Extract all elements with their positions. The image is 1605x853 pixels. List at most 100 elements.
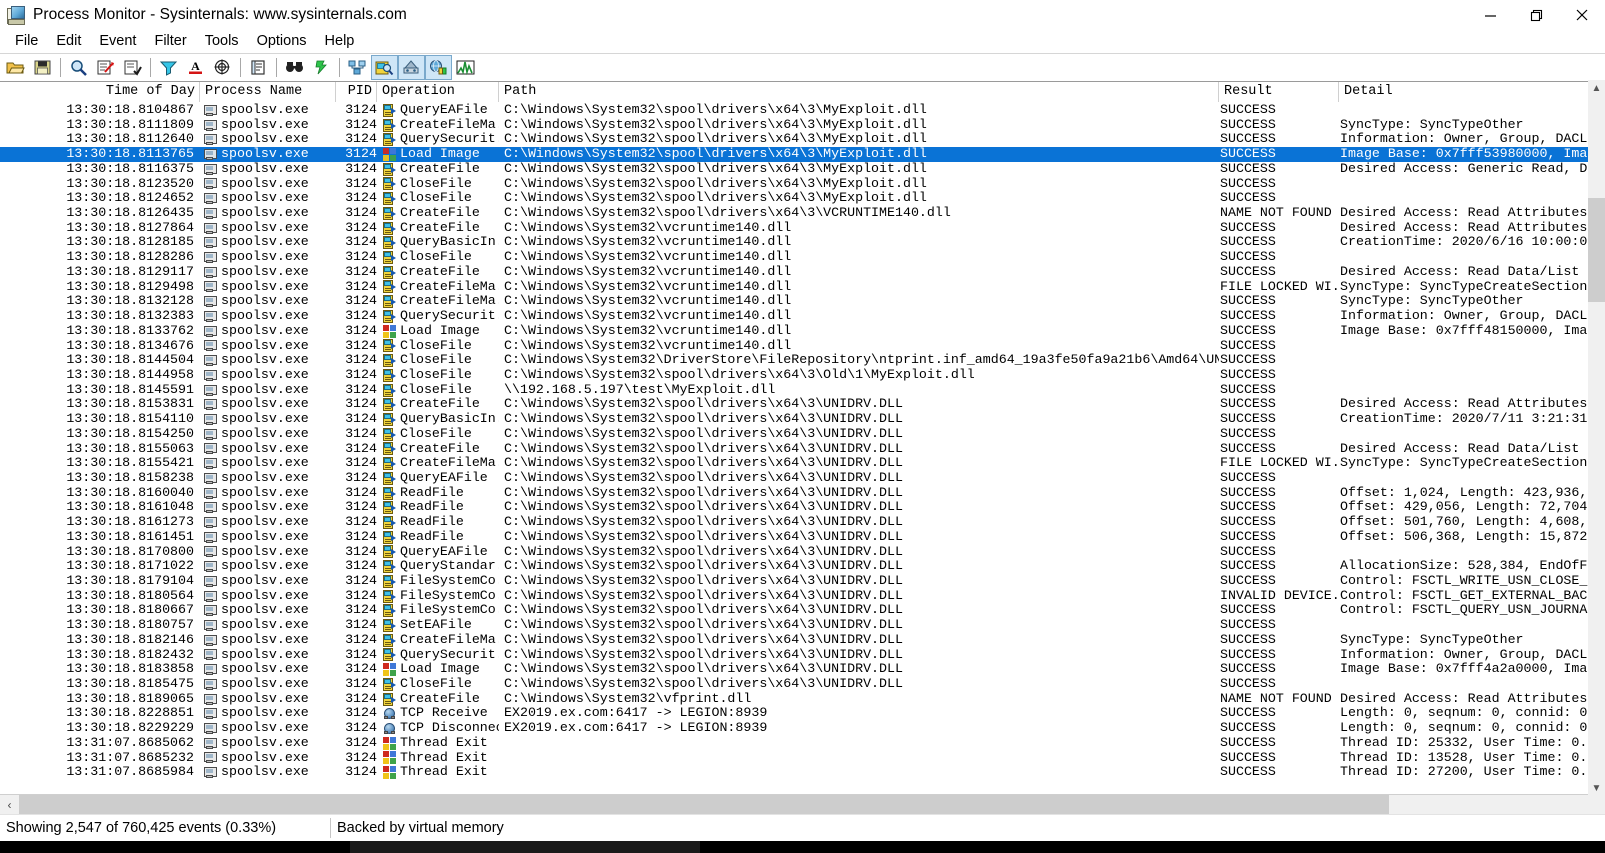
- filter-icon[interactable]: [155, 55, 182, 80]
- table-row[interactable]: 13:30:18.8179104spoolsv.exe3124FileSyste…: [0, 574, 1605, 589]
- file-activity-icon[interactable]: [398, 55, 425, 80]
- open-icon[interactable]: [2, 55, 29, 80]
- jump-icon[interactable]: [308, 55, 335, 80]
- table-row[interactable]: 13:30:18.8144958spoolsv.exe3124CloseFile…: [0, 368, 1605, 383]
- column-header-proc[interactable]: Process Name: [200, 82, 336, 102]
- profiling-activity-icon[interactable]: [452, 55, 479, 80]
- menu-file[interactable]: File: [6, 32, 47, 51]
- operation-label: CreateFile: [396, 442, 480, 457]
- table-row[interactable]: 13:30:18.8154250spoolsv.exe3124CloseFile…: [0, 427, 1605, 442]
- scroll-left-arrow-icon[interactable]: ‹: [0, 795, 19, 814]
- horizontal-scrollbar[interactable]: ‹: [0, 794, 1605, 814]
- table-row[interactable]: 13:30:18.8161273spoolsv.exe3124ReadFileC…: [0, 515, 1605, 530]
- table-row[interactable]: 13:31:07.8685062spoolsv.exe3124Thread Ex…: [0, 736, 1605, 751]
- table-row[interactable]: 13:30:18.8145591spoolsv.exe3124CloseFile…: [0, 383, 1605, 398]
- table-row[interactable]: 13:30:18.8153831spoolsv.exe3124CreateFil…: [0, 397, 1605, 412]
- properties-icon[interactable]: [245, 55, 272, 80]
- cell-process-name: spoolsv.exe: [200, 250, 336, 265]
- find-icon[interactable]: [281, 55, 308, 80]
- file-event-icon: [383, 236, 396, 249]
- cell-operation: QueryBasicIn...: [377, 235, 499, 250]
- minimize-button[interactable]: [1467, 0, 1513, 30]
- column-header-pid[interactable]: PID: [336, 82, 377, 102]
- column-header-time[interactable]: Time of Day: [0, 82, 200, 102]
- table-row[interactable]: 13:30:18.8185475spoolsv.exe3124CloseFile…: [0, 677, 1605, 692]
- clear-icon[interactable]: [92, 55, 119, 80]
- menu-options[interactable]: Options: [248, 32, 316, 51]
- process-tree-icon[interactable]: [344, 55, 371, 80]
- process-name-label: spoolsv.exe: [216, 545, 309, 560]
- scroll-down-arrow-icon[interactable]: ▼: [1588, 780, 1605, 797]
- save-icon[interactable]: [29, 55, 56, 80]
- cell-path: C:\Windows\System32\spool\drivers\x64\3\…: [499, 368, 1219, 383]
- table-row[interactable]: 13:30:18.8171022spoolsv.exe3124QueryStan…: [0, 559, 1605, 574]
- vertical-scrollbar[interactable]: ▲ ▼: [1588, 80, 1605, 797]
- table-row[interactable]: 13:30:18.8123520spoolsv.exe3124CloseFile…: [0, 177, 1605, 192]
- column-header-result[interactable]: Result: [1219, 82, 1339, 102]
- table-row[interactable]: 13:30:18.8154110spoolsv.exe3124QueryBasi…: [0, 412, 1605, 427]
- table-row[interactable]: 13:30:18.8182146spoolsv.exe3124CreateFil…: [0, 633, 1605, 648]
- table-row[interactable]: 13:30:18.8180564spoolsv.exe3124FileSyste…: [0, 589, 1605, 604]
- table-row[interactable]: 13:30:18.8183858spoolsv.exe3124Load Imag…: [0, 662, 1605, 677]
- menu-event[interactable]: Event: [90, 32, 145, 51]
- table-row[interactable]: 13:30:18.8129498spoolsv.exe3124CreateFil…: [0, 280, 1605, 295]
- column-header-path[interactable]: Path: [499, 82, 1219, 102]
- table-row[interactable]: 13:30:18.8228851spoolsv.exe3124TCP Recei…: [0, 706, 1605, 721]
- column-header-op[interactable]: Operation: [377, 82, 499, 102]
- table-row[interactable]: 13:30:18.8113765spoolsv.exe3124Load Imag…: [0, 147, 1605, 162]
- bullseye-icon[interactable]: [209, 55, 236, 80]
- table-row[interactable]: 13:30:18.8170800spoolsv.exe3124QueryEAFi…: [0, 545, 1605, 560]
- table-row[interactable]: 13:30:18.8128185spoolsv.exe3124QueryBasi…: [0, 235, 1605, 250]
- registry-activity-icon[interactable]: [371, 55, 398, 80]
- table-row[interactable]: 13:30:18.8180757spoolsv.exe3124SetEAFile…: [0, 618, 1605, 633]
- table-row[interactable]: 13:30:18.8116375spoolsv.exe3124CreateFil…: [0, 162, 1605, 177]
- horizontal-scroll-track[interactable]: [19, 795, 1605, 814]
- menu-filter[interactable]: Filter: [145, 32, 195, 51]
- horizontal-scroll-thumb[interactable]: [19, 795, 1389, 814]
- table-row[interactable]: 13:30:18.8128286spoolsv.exe3124CloseFile…: [0, 250, 1605, 265]
- table-row[interactable]: 13:30:18.8126435spoolsv.exe3124CreateFil…: [0, 206, 1605, 221]
- table-row[interactable]: 13:30:18.8104867spoolsv.exe3124QueryEAFi…: [0, 103, 1605, 118]
- highlight-icon[interactable]: A: [182, 55, 209, 80]
- restore-button[interactable]: [1513, 0, 1559, 30]
- close-button[interactable]: [1559, 0, 1605, 30]
- autoscroll-icon[interactable]: [119, 55, 146, 80]
- table-row[interactable]: 13:30:18.8160040spoolsv.exe3124ReadFileC…: [0, 486, 1605, 501]
- network-activity-icon[interactable]: [425, 55, 452, 80]
- table-row[interactable]: 13:30:18.8132383spoolsv.exe3124QuerySecu…: [0, 309, 1605, 324]
- table-row[interactable]: 13:30:18.8133762spoolsv.exe3124Load Imag…: [0, 324, 1605, 339]
- cell-time-of-day: 13:30:18.8158238: [0, 471, 200, 486]
- table-row[interactable]: 13:30:18.8127864spoolsv.exe3124CreateFil…: [0, 221, 1605, 236]
- cell-result: NAME NOT FOUND: [1219, 692, 1339, 707]
- menu-tools[interactable]: Tools: [196, 32, 248, 51]
- table-row[interactable]: 13:30:18.8155421spoolsv.exe3124CreateFil…: [0, 456, 1605, 471]
- scroll-up-arrow-icon[interactable]: ▲: [1588, 80, 1605, 97]
- capture-icon[interactable]: [65, 55, 92, 80]
- menu-help[interactable]: Help: [316, 32, 364, 51]
- table-row[interactable]: 13:30:18.8229229spoolsv.exe3124TCP Disco…: [0, 721, 1605, 736]
- table-row[interactable]: 13:30:18.8161451spoolsv.exe3124ReadFileC…: [0, 530, 1605, 545]
- table-row[interactable]: 13:31:07.8685232spoolsv.exe3124Thread Ex…: [0, 751, 1605, 766]
- table-row[interactable]: 13:30:18.8124652spoolsv.exe3124CloseFile…: [0, 191, 1605, 206]
- table-row[interactable]: 13:30:18.8161048spoolsv.exe3124ReadFileC…: [0, 500, 1605, 515]
- table-row[interactable]: 13:30:18.8112640spoolsv.exe3124QuerySecu…: [0, 132, 1605, 147]
- table-row[interactable]: 13:30:18.8182432spoolsv.exe3124QuerySecu…: [0, 648, 1605, 663]
- event-list[interactable]: 13:30:18.8104867spoolsv.exe3124QueryEAFi…: [0, 103, 1605, 794]
- table-row[interactable]: 13:30:18.8111809spoolsv.exe3124CreateFil…: [0, 118, 1605, 133]
- table-row[interactable]: 13:30:18.8129117spoolsv.exe3124CreateFil…: [0, 265, 1605, 280]
- cell-time-of-day: 13:30:18.8189065: [0, 692, 200, 707]
- vertical-scroll-thumb[interactable]: [1588, 198, 1605, 302]
- table-row[interactable]: 13:30:18.8144504spoolsv.exe3124CloseFile…: [0, 353, 1605, 368]
- table-row[interactable]: 13:30:18.8132128spoolsv.exe3124CreateFil…: [0, 294, 1605, 309]
- table-row[interactable]: 13:30:18.8180667spoolsv.exe3124FileSyste…: [0, 603, 1605, 618]
- column-header-detail[interactable]: Detail: [1339, 82, 1599, 102]
- cell-result: SUCCESS: [1219, 618, 1339, 633]
- table-row[interactable]: 13:31:07.8685984spoolsv.exe3124Thread Ex…: [0, 765, 1605, 780]
- table-row[interactable]: 13:30:18.8155063spoolsv.exe3124CreateFil…: [0, 442, 1605, 457]
- process-name-label: spoolsv.exe: [216, 427, 309, 442]
- table-row[interactable]: 13:30:18.8189065spoolsv.exe3124CreateFil…: [0, 692, 1605, 707]
- menu-edit[interactable]: Edit: [47, 32, 90, 51]
- cell-time-of-day: 13:30:18.8155421: [0, 456, 200, 471]
- table-row[interactable]: 13:30:18.8158238spoolsv.exe3124QueryEAFi…: [0, 471, 1605, 486]
- table-row[interactable]: 13:30:18.8134676spoolsv.exe3124CloseFile…: [0, 339, 1605, 354]
